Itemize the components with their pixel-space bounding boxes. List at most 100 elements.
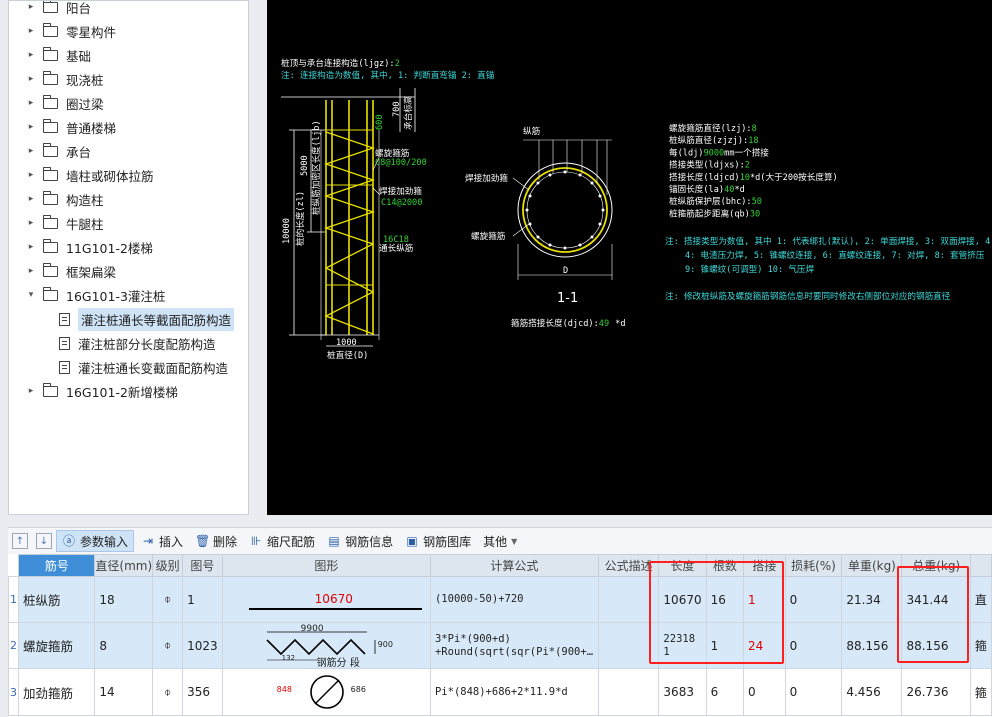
column-header[interactable]: 直径(mm)	[94, 554, 154, 577]
param-input-button[interactable]: ⓐ 参数输入	[56, 530, 135, 552]
tree-item[interactable]: ▸ 圈过梁	[25, 92, 104, 114]
tree-item[interactable]: 灌注桩部分长度配筋构造	[51, 332, 216, 354]
column-header[interactable]: 损耗(%)	[784, 554, 843, 577]
chevron-right-icon[interactable]: ▸	[25, 122, 37, 132]
tree-item[interactable]: ▸ 普通楼梯	[25, 116, 116, 138]
cell-extra[interactable]: 箍	[969, 622, 992, 669]
cell-total-weight[interactable]: 341.44	[901, 576, 971, 623]
cell-length[interactable]: 3683	[658, 668, 707, 716]
cell-loss[interactable]: 0	[784, 576, 843, 623]
cell-figure-no[interactable]: 1023	[182, 622, 223, 669]
chevron-right-icon[interactable]: ▸	[25, 98, 37, 108]
cell-total-weight[interactable]: 26.736	[901, 668, 971, 716]
table-row[interactable]: 1 桩纵筋 18 ⌽ 1 10670 (10000-50)+720 10670 16 1 0 21.3…	[8, 576, 992, 623]
tree-item[interactable]: ▸ 现浇桩	[25, 68, 104, 90]
cell-formula-desc[interactable]	[597, 668, 660, 716]
row-number[interactable]: 2	[8, 622, 19, 669]
chevron-right-icon[interactable]: ▸	[25, 50, 37, 60]
cell-diameter[interactable]: 8	[94, 622, 154, 669]
column-header[interactable]: 级别	[152, 554, 184, 577]
column-header[interactable]: 根数	[705, 554, 745, 577]
chevron-down-icon[interactable]: ▾	[25, 290, 37, 300]
column-header[interactable]: 图号	[182, 554, 223, 577]
chevron-right-icon[interactable]: ▸	[25, 170, 37, 180]
cell-rebar-name[interactable]: 螺旋箍筋	[17, 622, 96, 669]
column-header[interactable]: 搭接	[743, 554, 786, 577]
rebar-info-button[interactable]: ▤ 钢筋信息	[322, 530, 398, 552]
cell-shape[interactable]: 10670	[221, 576, 431, 623]
cell-formula[interactable]: (10000-50)+720	[429, 576, 599, 623]
cell-formula-desc[interactable]	[597, 576, 660, 623]
cell-extra[interactable]: 直	[969, 576, 992, 623]
row-number[interactable]: 1	[8, 576, 19, 623]
cell-unit-weight[interactable]: 88.156	[841, 622, 903, 669]
cell-count[interactable]: 6	[705, 668, 745, 716]
cell-figure-no[interactable]: 1	[182, 576, 223, 623]
tree-item[interactable]: ▸ 16G101-2新增楼梯	[25, 380, 178, 402]
cell-extra[interactable]: 箍	[969, 668, 992, 716]
tree-item[interactable]: ▸ 牛腿柱	[25, 212, 104, 234]
cell-length[interactable]: 22318 1	[658, 622, 707, 669]
rebar-library-button[interactable]: ▣ 钢筋图库	[400, 530, 476, 552]
cell-formula[interactable]: 3*Pi*(900+d) +Round(sqrt(sqr(Pi*(900+…	[429, 622, 599, 669]
tree-item[interactable]: 灌注桩通长等截面配筋构造	[51, 307, 235, 331]
cell-length[interactable]: 10670	[658, 576, 707, 623]
tree-item[interactable]: ▸ 墙柱或砌体拉筋	[25, 164, 154, 186]
cell-lap[interactable]: 1	[743, 576, 786, 623]
cell-rebar-name[interactable]: 桩纵筋	[17, 576, 96, 623]
tree-item[interactable]: ▸ 阳台	[25, 1, 91, 18]
cad-drawing-viewport[interactable]: 桩顶与承台连接构造(ljgz):2 注: 连接构造为数值, 其中, 1: 判断直…	[267, 0, 992, 515]
column-header[interactable]: 筋号	[17, 554, 96, 577]
tree-item[interactable]: ▾ 16G101-3灌注桩	[25, 284, 165, 306]
cell-lap[interactable]: 0	[743, 668, 786, 716]
chevron-right-icon[interactable]: ▸	[25, 266, 37, 276]
cell-diameter[interactable]: 18	[94, 576, 154, 623]
column-header[interactable]: 单重(kg)	[841, 554, 903, 577]
chevron-right-icon[interactable]: ▸	[25, 194, 37, 204]
cell-count[interactable]: 16	[705, 576, 745, 623]
cell-grade[interactable]: ⌽	[152, 622, 184, 669]
cell-rebar-name[interactable]: 加劲箍筋	[17, 668, 96, 716]
chevron-right-icon[interactable]: ▸	[25, 146, 37, 156]
scale-rebar-button[interactable]: ⊪ 缩尺配筋	[244, 530, 320, 552]
column-header[interactable]: 图形	[221, 554, 431, 577]
cell-shape[interactable]: 848 686	[221, 668, 431, 716]
column-header[interactable]: 总重(kg)	[901, 554, 971, 577]
cell-total-weight[interactable]: 88.156	[901, 622, 971, 669]
chevron-right-icon[interactable]: ▸	[25, 386, 37, 396]
cell-formula[interactable]: Pi*(848)+686+2*11.9*d	[429, 668, 599, 716]
cell-loss[interactable]: 0	[784, 622, 843, 669]
chevron-right-icon[interactable]: ▸	[25, 26, 37, 36]
tree-item[interactable]: ▸ 框架扁梁	[25, 260, 116, 282]
column-header[interactable]: 公式描述	[597, 554, 660, 577]
move-up-button[interactable]: ↑	[12, 533, 28, 549]
cell-unit-weight[interactable]: 4.456	[841, 668, 903, 716]
cell-lap[interactable]: 24	[743, 622, 786, 669]
tree-item[interactable]: ▸ 零星构件	[25, 20, 116, 42]
cell-count[interactable]: 1	[705, 622, 745, 669]
chevron-right-icon[interactable]: ▸	[25, 218, 37, 228]
cell-grade[interactable]: ⌽	[152, 668, 184, 716]
table-row[interactable]: 3 加劲箍筋 14 ⌽ 356 848 686 Pi*(848)+686+2*11.9*d 36…	[8, 668, 992, 716]
cell-grade[interactable]: ⌽	[152, 576, 184, 623]
tree-item[interactable]: ▸ 构造柱	[25, 188, 104, 210]
column-header[interactable]: 长度	[658, 554, 707, 577]
insert-button[interactable]: ⇥ 插入	[136, 530, 188, 552]
chevron-right-icon[interactable]: ▸	[25, 2, 37, 12]
other-menu-button[interactable]: 其他 ▼	[478, 530, 522, 552]
table-row[interactable]: 2 螺旋箍筋 8 ⌽ 1023 9900 900 132 钢筋分 段 3*Pi*(900+d) +R…	[8, 622, 992, 669]
tree-item[interactable]: ▸ 承台	[25, 140, 91, 162]
tree-item[interactable]: ▸ 11G101-2楼梯	[25, 236, 153, 258]
cell-loss[interactable]: 0	[784, 668, 843, 716]
delete-button[interactable]: 🗑 删除	[190, 530, 242, 552]
cell-diameter[interactable]: 14	[94, 668, 154, 716]
component-tree[interactable]: ▸ 阳台 ▸ 零星构件 ▸ 基础 ▸ 现浇桩 ▸ 圈过梁 ▸ 普通楼梯 ▸ 承台 ▸ 墙柱或砌体拉筋 ▸ 构造柱 ▸…	[8, 0, 249, 515]
tree-item[interactable]: 灌注桩通长变截面配筋构造	[51, 356, 228, 378]
cell-unit-weight[interactable]: 21.34	[841, 576, 903, 623]
cell-formula-desc[interactable]	[597, 622, 660, 669]
cell-shape[interactable]: 9900 900 132 钢筋分 段	[221, 622, 431, 669]
move-down-button[interactable]: ↓	[36, 533, 52, 549]
row-number[interactable]: 3	[8, 668, 19, 716]
cell-figure-no[interactable]: 356	[182, 668, 223, 716]
column-header[interactable]: 计算公式	[429, 554, 599, 577]
